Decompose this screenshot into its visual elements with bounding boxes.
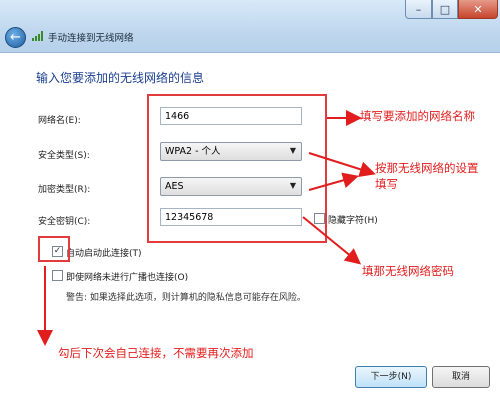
note-security-line1: 按那无线网络的设置	[375, 161, 479, 175]
encryption-type-label: 加密类型(R):	[38, 185, 91, 195]
hide-characters-label: 隐藏字符(H)	[328, 216, 378, 226]
note-network-name: 填写要添加的网络名称	[360, 109, 475, 123]
highlight-box-form	[147, 94, 327, 243]
connect-hidden-label: 即使网络未进行广播也连接(O)	[66, 273, 189, 283]
highlight-box-checkbox	[38, 236, 70, 262]
wireless-network-icon	[32, 31, 44, 41]
note-auto-connect: 勾后下次会自己连接，不需要再次添加	[58, 346, 254, 360]
page-heading: 输入您要添加的无线网络的信息	[36, 71, 205, 85]
minimize-button[interactable]: –	[405, 0, 432, 19]
cancel-button[interactable]: 取消	[432, 366, 490, 388]
window-title: 手动连接到无线网络	[48, 33, 134, 44]
note-security-line2: 填写	[375, 177, 398, 191]
network-name-label: 网络名(E):	[38, 116, 81, 126]
maximize-button[interactable]: □	[432, 0, 458, 19]
connect-hidden-checkbox[interactable]	[52, 270, 63, 281]
auto-connect-label: 自动启动此连接(T)	[66, 249, 142, 259]
next-button[interactable]: 下一步(N)	[355, 366, 427, 388]
security-type-label: 安全类型(S):	[38, 151, 90, 161]
close-button[interactable]: ✕	[458, 0, 498, 19]
privacy-warning: 警告: 如果选择此选项，则计算机的隐私信息可能存在风险。	[66, 293, 306, 303]
security-key-label: 安全密钥(C):	[38, 217, 91, 227]
note-password: 填那无线网络密码	[362, 264, 454, 278]
back-button[interactable]: ←	[5, 27, 26, 48]
arrow-left-icon: ←	[10, 30, 21, 45]
